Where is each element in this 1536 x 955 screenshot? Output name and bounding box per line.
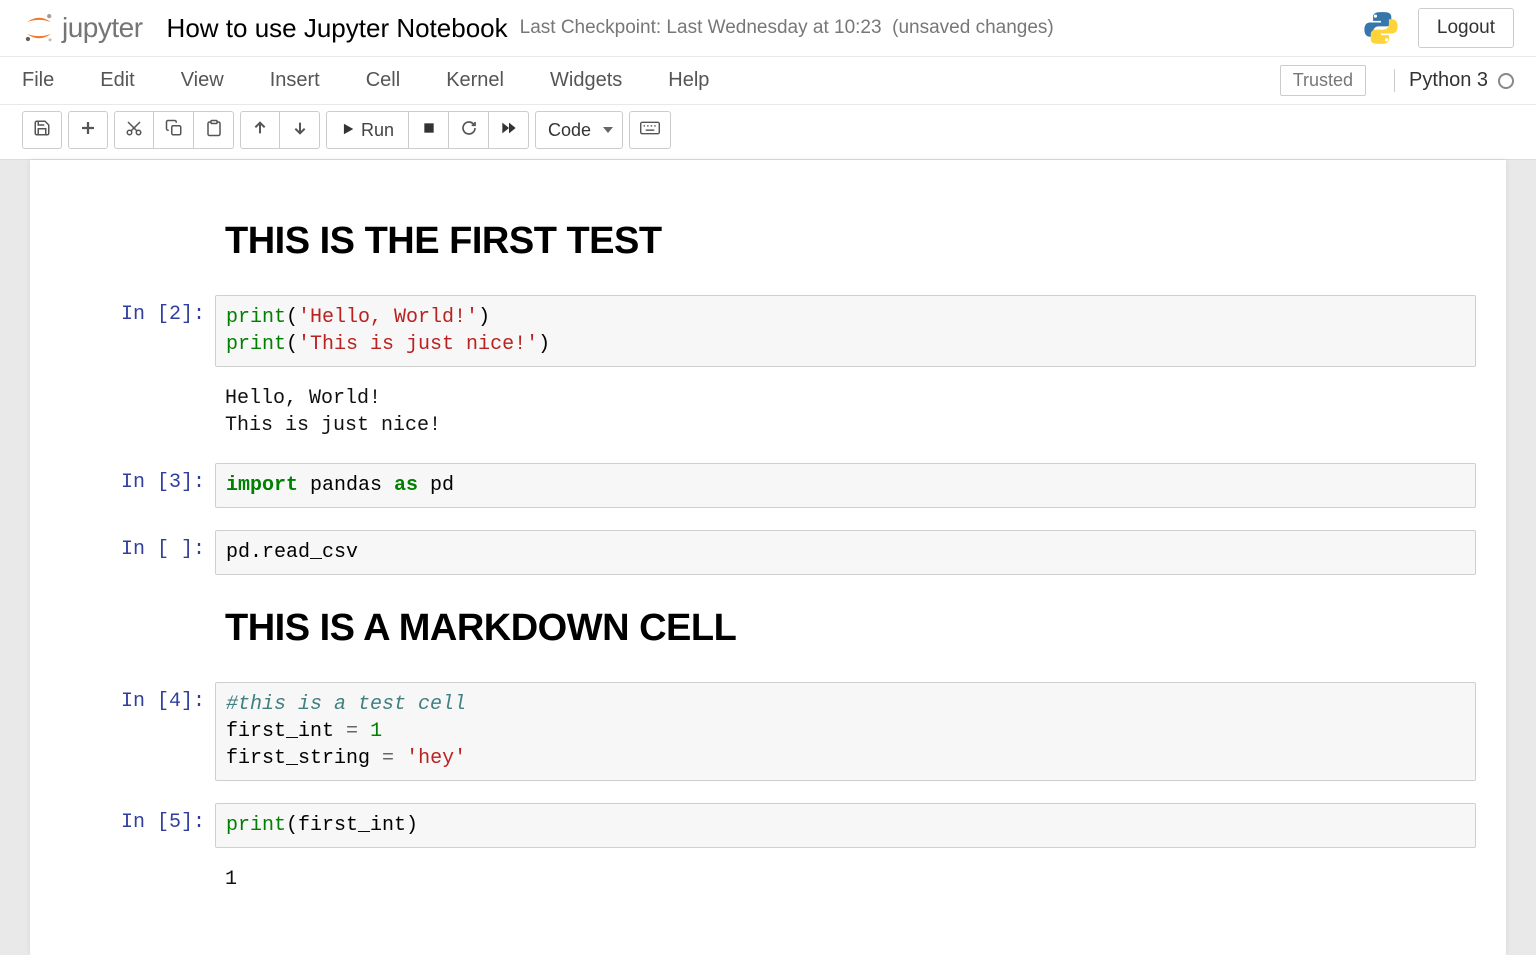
markdown-rendered: THIS IS THE FIRST TEST — [215, 210, 1476, 277]
code-input[interactable]: print(first_int) — [215, 803, 1476, 848]
markdown-heading: THIS IS THE FIRST TEST — [225, 220, 1466, 263]
code-cell[interactable]: In [ ]: pd.read_csv — [30, 528, 1506, 577]
input-prompt: In [ ]: — [60, 530, 215, 575]
markdown-heading: THIS IS A MARKDOWN CELL — [225, 607, 1466, 650]
restart-button[interactable] — [449, 111, 489, 149]
copy-icon — [165, 119, 183, 142]
cut-button[interactable] — [114, 111, 154, 149]
prompt-empty — [60, 210, 215, 277]
kernel-status-icon — [1498, 73, 1514, 89]
play-icon — [341, 120, 355, 141]
trusted-indicator[interactable]: Trusted — [1280, 65, 1366, 96]
plus-icon — [79, 119, 97, 142]
input-prompt: In [5]: — [60, 803, 215, 848]
code-output: Hello, World! This is just nice! — [215, 379, 1476, 441]
paste-icon — [205, 119, 223, 142]
code-source: print('Hello, World!') print('This is ju… — [226, 304, 1465, 358]
menu-insert[interactable]: Insert — [270, 59, 344, 102]
jupyter-wordmark: jupyter — [62, 12, 143, 44]
code-cell[interactable]: In [2]:print('Hello, World!') print('Thi… — [30, 293, 1506, 369]
code-input[interactable]: import pandas as pd — [215, 463, 1476, 508]
command-palette-button[interactable] — [629, 111, 671, 149]
markdown-rendered: THIS IS A MARKDOWN CELL — [215, 597, 1476, 664]
save-button[interactable] — [22, 111, 62, 149]
input-prompt: In [4]: — [60, 682, 215, 781]
menu-edit[interactable]: Edit — [100, 59, 158, 102]
copy-button[interactable] — [154, 111, 194, 149]
restart-icon — [461, 120, 477, 141]
celltype-select[interactable]: Code — [535, 111, 623, 149]
header: jupyter How to use Jupyter Notebook Last… — [0, 0, 1536, 57]
run-button[interactable]: Run — [326, 111, 409, 149]
jupyter-icon — [22, 11, 56, 45]
markdown-cell[interactable]: THIS IS THE FIRST TEST — [30, 208, 1506, 279]
logout-button[interactable]: Logout — [1418, 8, 1514, 48]
code-input[interactable]: pd.read_csv — [215, 530, 1476, 575]
code-output-row: Hello, World! This is just nice! — [30, 377, 1506, 443]
menu-widgets[interactable]: Widgets — [550, 59, 646, 102]
menu-kernel[interactable]: Kernel — [446, 59, 528, 102]
kernel-name[interactable]: Python 3 — [1394, 69, 1514, 92]
input-prompt: In [3]: — [60, 463, 215, 508]
output-prompt — [60, 860, 215, 895]
code-output-row: 1 — [30, 858, 1506, 897]
code-cell[interactable]: In [5]: print(first_int) — [30, 801, 1506, 850]
move-down-button[interactable] — [280, 111, 320, 149]
notebook-title[interactable]: How to use Jupyter Notebook — [167, 13, 508, 44]
toolbar: Run Code — [0, 105, 1536, 160]
python-icon — [1362, 9, 1400, 47]
notebook-area: THIS IS THE FIRST TESTIn [2]:print('Hell… — [30, 160, 1506, 955]
markdown-cell[interactable]: THIS IS A MARKDOWN CELL — [30, 595, 1506, 666]
restart-run-all-button[interactable] — [489, 111, 529, 149]
interrupt-button[interactable] — [409, 111, 449, 149]
arrow-up-icon — [252, 120, 268, 141]
prompt-empty — [60, 597, 215, 664]
code-source: import pandas as pd — [226, 472, 1465, 499]
move-up-button[interactable] — [240, 111, 280, 149]
output-text: Hello, World! This is just nice! — [225, 385, 1466, 439]
arrow-down-icon — [292, 120, 308, 141]
code-output: 1 — [215, 860, 1476, 895]
input-prompt: In [2]: — [60, 295, 215, 367]
code-source: print(first_int) — [226, 812, 1465, 839]
menu-file[interactable]: File — [22, 59, 78, 102]
menu-cell[interactable]: Cell — [366, 59, 424, 102]
output-prompt — [60, 379, 215, 441]
cut-icon — [125, 119, 143, 142]
fast-forward-icon — [501, 120, 517, 141]
run-label: Run — [361, 120, 394, 141]
jupyter-logo[interactable]: jupyter — [22, 11, 143, 45]
save-icon — [33, 119, 51, 142]
insert-cell-button[interactable] — [68, 111, 108, 149]
stop-icon — [422, 121, 436, 140]
kernel-name-label: Python 3 — [1409, 69, 1488, 92]
code-cell[interactable]: In [4]:#this is a test cell first_int = … — [30, 680, 1506, 783]
code-cell[interactable]: In [3]: import pandas as pd — [30, 461, 1506, 510]
menubar: File Edit View Insert Cell Kernel Widget… — [0, 57, 1536, 105]
keyboard-icon — [640, 121, 660, 140]
output-text: 1 — [225, 866, 1466, 893]
menu-help[interactable]: Help — [668, 59, 733, 102]
code-source: #this is a test cell first_int = 1 first… — [226, 691, 1465, 772]
celltype-select-wrap[interactable]: Code — [535, 111, 623, 149]
checkpoint-text: Last Checkpoint: Last Wednesday at 10:23… — [520, 17, 1054, 39]
code-input[interactable]: #this is a test cell first_int = 1 first… — [215, 682, 1476, 781]
menu-view[interactable]: View — [181, 59, 248, 102]
code-input[interactable]: print('Hello, World!') print('This is ju… — [215, 295, 1476, 367]
code-source: pd.read_csv — [226, 539, 1465, 566]
paste-button[interactable] — [194, 111, 234, 149]
